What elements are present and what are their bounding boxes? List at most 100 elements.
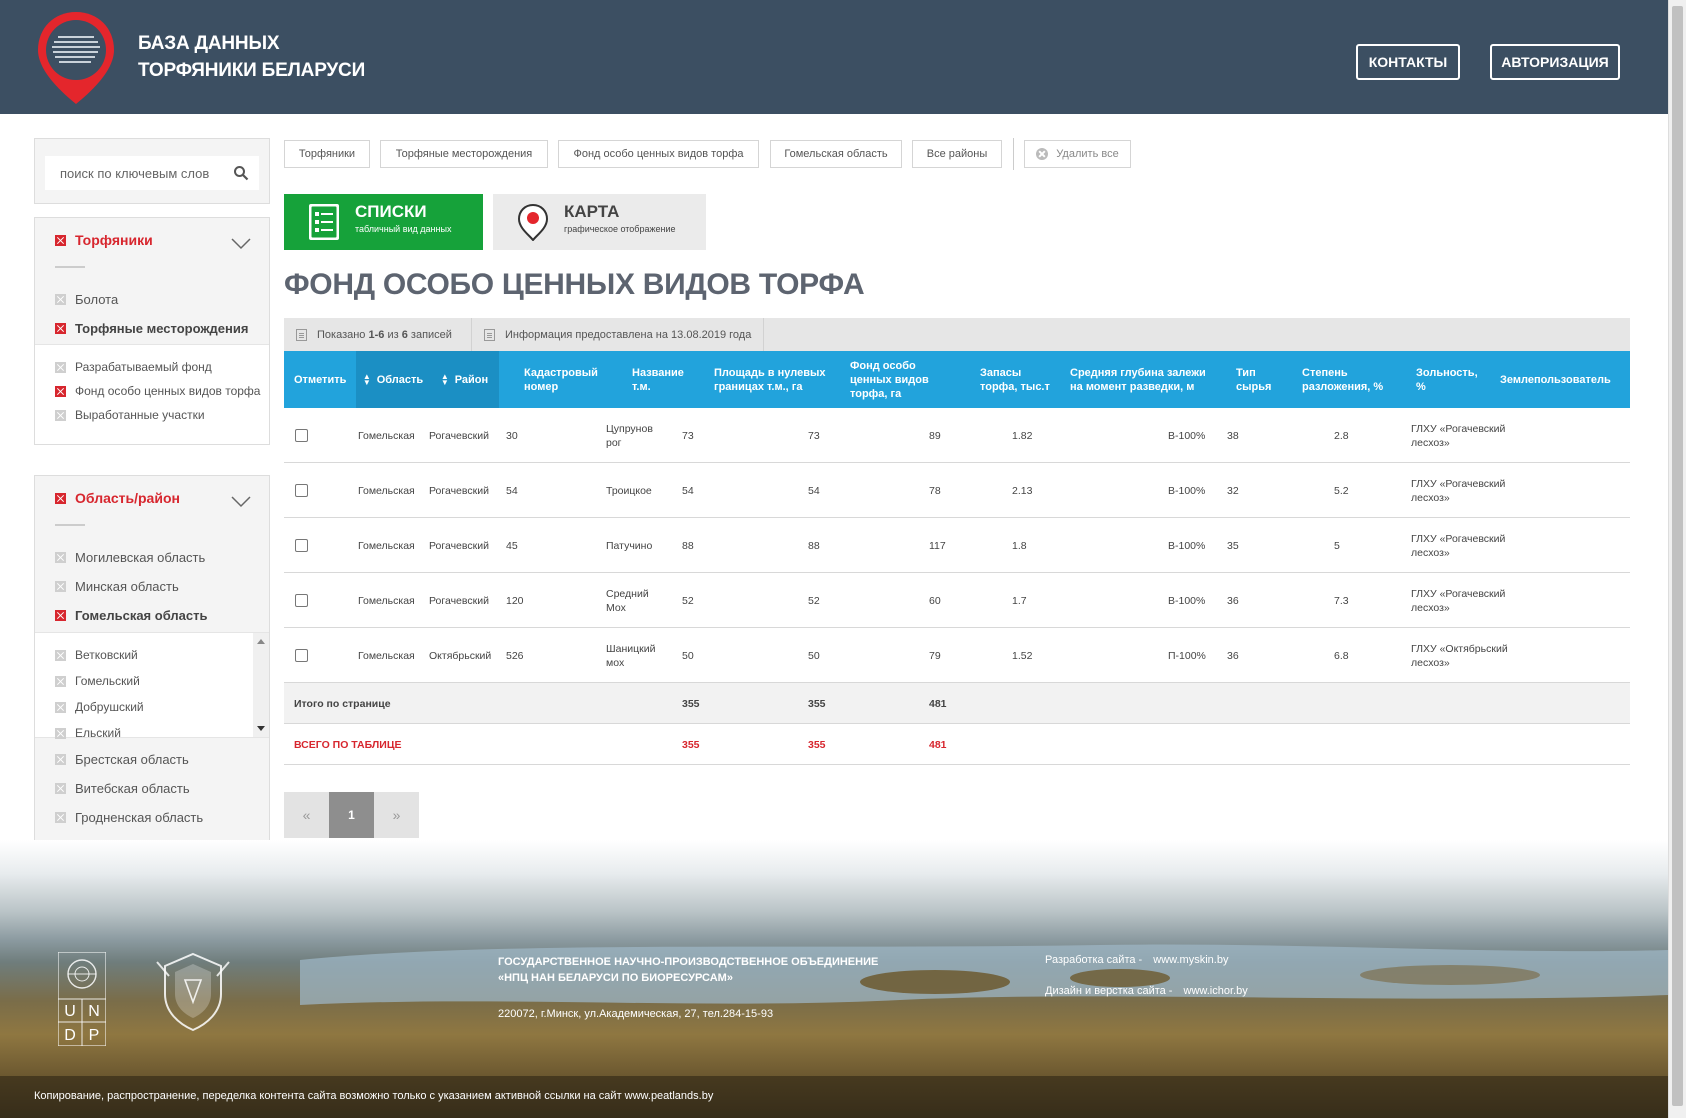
district-item-dobrush[interactable]: Добрушский — [55, 700, 144, 714]
cell-depth: 1.82 — [1012, 429, 1033, 442]
checkbox-unchecked-icon — [55, 701, 66, 713]
cell-owner: ГЛХУ «Рогачевский лесхоз» — [1411, 477, 1506, 504]
cell-fund: 52 — [808, 594, 820, 607]
contacts-button[interactable]: КОНТАКТЫ — [1356, 44, 1460, 80]
scroll-down-arrow-icon[interactable] — [257, 726, 265, 731]
col-cadastral: Кадастровый номер — [524, 366, 598, 393]
district-list-scrollbar[interactable] — [253, 633, 269, 737]
table-row[interactable]: Гомельская Рогачевский 54 Троицкое 54 54 78 2.1… — [284, 463, 1630, 518]
page-scrollbar[interactable] — [1668, 0, 1686, 1118]
row-checkbox[interactable] — [295, 594, 308, 607]
tag-all-districts[interactable]: Все районы — [912, 140, 1002, 168]
cell-ash: 5.2 — [1334, 484, 1349, 497]
undp-letter-d: D — [64, 1027, 76, 1044]
filter-item-brest[interactable]: Брестская область — [55, 752, 189, 767]
sort-arrows-icon: ▲ ▼ — [362, 371, 371, 387]
district-list[interactable]: Ветковский Гомельский Добрушский Ельский — [35, 632, 269, 740]
design-credit-link[interactable]: www.ichor.by — [1184, 985, 1248, 997]
prev-page-button[interactable]: « — [284, 792, 329, 838]
organization-address: 220072, г.Минск, ул.Академическая, 27, т… — [498, 1008, 774, 1020]
cell-name: Средний Мох — [606, 587, 649, 614]
col-type: Тип сырья — [1236, 366, 1272, 393]
filter-group-regions-header[interactable]: Область/район — [55, 490, 180, 506]
tag-peatlands[interactable]: Торфяники — [284, 140, 370, 168]
table-row[interactable]: Гомельская Октябрьский 526 Шаницкий мох 50 50… — [284, 628, 1630, 683]
filter-subitem-valuable[interactable]: Фонд особо ценных видов торфа — [55, 384, 260, 398]
map-view-button[interactable]: КАРТА графическое отображение — [493, 194, 706, 250]
col-region-sort[interactable]: ▲ ▼ Область — [356, 351, 430, 408]
site-title[interactable]: БАЗА ДАННЫХ ТОРФЯНИКИ БЕЛАРУСИ — [138, 30, 365, 84]
site-title-line1: БАЗА ДАННЫХ — [138, 33, 280, 54]
map-view-title: КАРТА — [564, 202, 620, 221]
cell-district: Рогачевский — [429, 594, 489, 607]
tag-gomel-region[interactable]: Гомельская область — [770, 140, 902, 168]
checkbox-unchecked-icon — [55, 552, 66, 563]
row-checkbox[interactable] — [295, 649, 308, 662]
records-range: 1-6 — [368, 328, 385, 341]
filter-group-regions: Область/район Могилевская область Минска… — [34, 475, 270, 851]
next-page-button[interactable]: » — [374, 792, 419, 838]
tag-peat-deposits[interactable]: Торфяные месторождения — [380, 140, 548, 168]
table-row[interactable]: Гомельская Рогачевский 45 Патучино 88 88 117 1.… — [284, 518, 1630, 573]
district-item-gomel[interactable]: Гомельский — [55, 674, 140, 688]
filter-item-minsk[interactable]: Минская область — [55, 579, 179, 594]
page-scrollbar-thumb[interactable] — [1672, 6, 1683, 1106]
checkbox-checked-icon — [55, 610, 66, 621]
list-view-title: СПИСКИ — [355, 202, 427, 221]
row-checkbox[interactable] — [295, 429, 308, 442]
filter-subitem-label: Фонд особо ценных видов торфа — [75, 384, 261, 398]
chevron-down-icon[interactable] — [231, 496, 251, 508]
logo-pin-icon[interactable] — [36, 10, 116, 106]
cell-owner: ГЛХУ «Рогачевский лесхоз» — [1411, 587, 1506, 614]
row-checkbox[interactable] — [295, 539, 308, 552]
cell-area: 52 — [682, 594, 694, 607]
filter-subitem-developed[interactable]: Разрабатываемый фонд — [55, 360, 212, 374]
undp-logo[interactable]: U N D P — [58, 952, 106, 1046]
cell-fund: 73 — [808, 429, 820, 442]
chevron-down-icon[interactable] — [231, 238, 251, 250]
filter-item-bogs[interactable]: Болота — [55, 292, 118, 307]
table-row[interactable]: Гомельская Рогачевский 30 Цупрунов рог 73 73 8… — [284, 408, 1630, 463]
cell-decomp: 35 — [1227, 539, 1239, 552]
col-mark: Отметить — [294, 373, 347, 386]
cell-decomp: 36 — [1227, 594, 1239, 607]
dev-credit-link[interactable]: www.myskin.by — [1153, 954, 1228, 966]
tag-valuable-fund[interactable]: Фонд особо ценных видов торфа — [558, 140, 759, 168]
cell-owner: ГЛХУ «Рогачевский лесхоз» — [1411, 422, 1506, 449]
checkbox-unchecked-icon — [55, 812, 66, 823]
district-item-elsk[interactable]: Ельский — [55, 726, 121, 740]
col-name: Название т.м. — [632, 366, 684, 393]
records-mid: из — [387, 328, 399, 341]
filter-group-peatlands-header[interactable]: Торфяники — [55, 232, 153, 248]
table-header: Отметить ▲ ▼ Область ▲ ▼ Район Кадастровый… — [284, 351, 1630, 408]
filter-group-title: Торфяники — [75, 232, 153, 248]
undp-letter-p: P — [89, 1027, 100, 1044]
filter-item-peat-deposits[interactable]: Торфяные месторождения — [55, 321, 248, 336]
clear-all-label: Удалить все — [1056, 148, 1119, 160]
cell-reserves: 60 — [929, 594, 941, 607]
district-item-vetka[interactable]: Ветковский — [55, 648, 138, 662]
records-total: 6 — [401, 328, 408, 341]
search-input[interactable] — [45, 156, 225, 190]
filter-item-gomel[interactable]: Гомельская область — [55, 608, 207, 623]
emblem-logo[interactable] — [155, 950, 231, 1034]
row-checkbox[interactable] — [295, 484, 308, 497]
col-district-sort[interactable]: ▲ ▼ Район — [430, 351, 499, 408]
total-reserves: 481 — [929, 697, 947, 710]
district-label: Ветковский — [75, 648, 138, 662]
cell-area: 88 — [682, 539, 694, 552]
clear-all-button[interactable]: Удалить все — [1024, 140, 1131, 168]
cell-owner: ГЛХУ «Рогачевский лесхоз» — [1411, 532, 1506, 559]
auth-button[interactable]: АВТОРИЗАЦИЯ — [1490, 44, 1620, 80]
scroll-up-arrow-icon[interactable] — [257, 639, 265, 644]
filter-item-mogilev[interactable]: Могилевская область — [55, 550, 205, 565]
filter-subitem-worked-out[interactable]: Выработанные участки — [55, 408, 205, 422]
page-button-current[interactable]: 1 — [329, 792, 374, 838]
cell-decomp: 38 — [1227, 429, 1239, 442]
group-divider — [55, 266, 85, 268]
table-row[interactable]: Гомельская Рогачевский 120 Средний Мох 52 52 6… — [284, 573, 1630, 628]
filter-item-grodno[interactable]: Гродненская область — [55, 810, 203, 825]
list-view-button[interactable]: СПИСКИ табличный вид данных — [284, 194, 483, 250]
search-icon[interactable] — [233, 165, 249, 181]
filter-item-vitebsk[interactable]: Витебская область — [55, 781, 190, 796]
